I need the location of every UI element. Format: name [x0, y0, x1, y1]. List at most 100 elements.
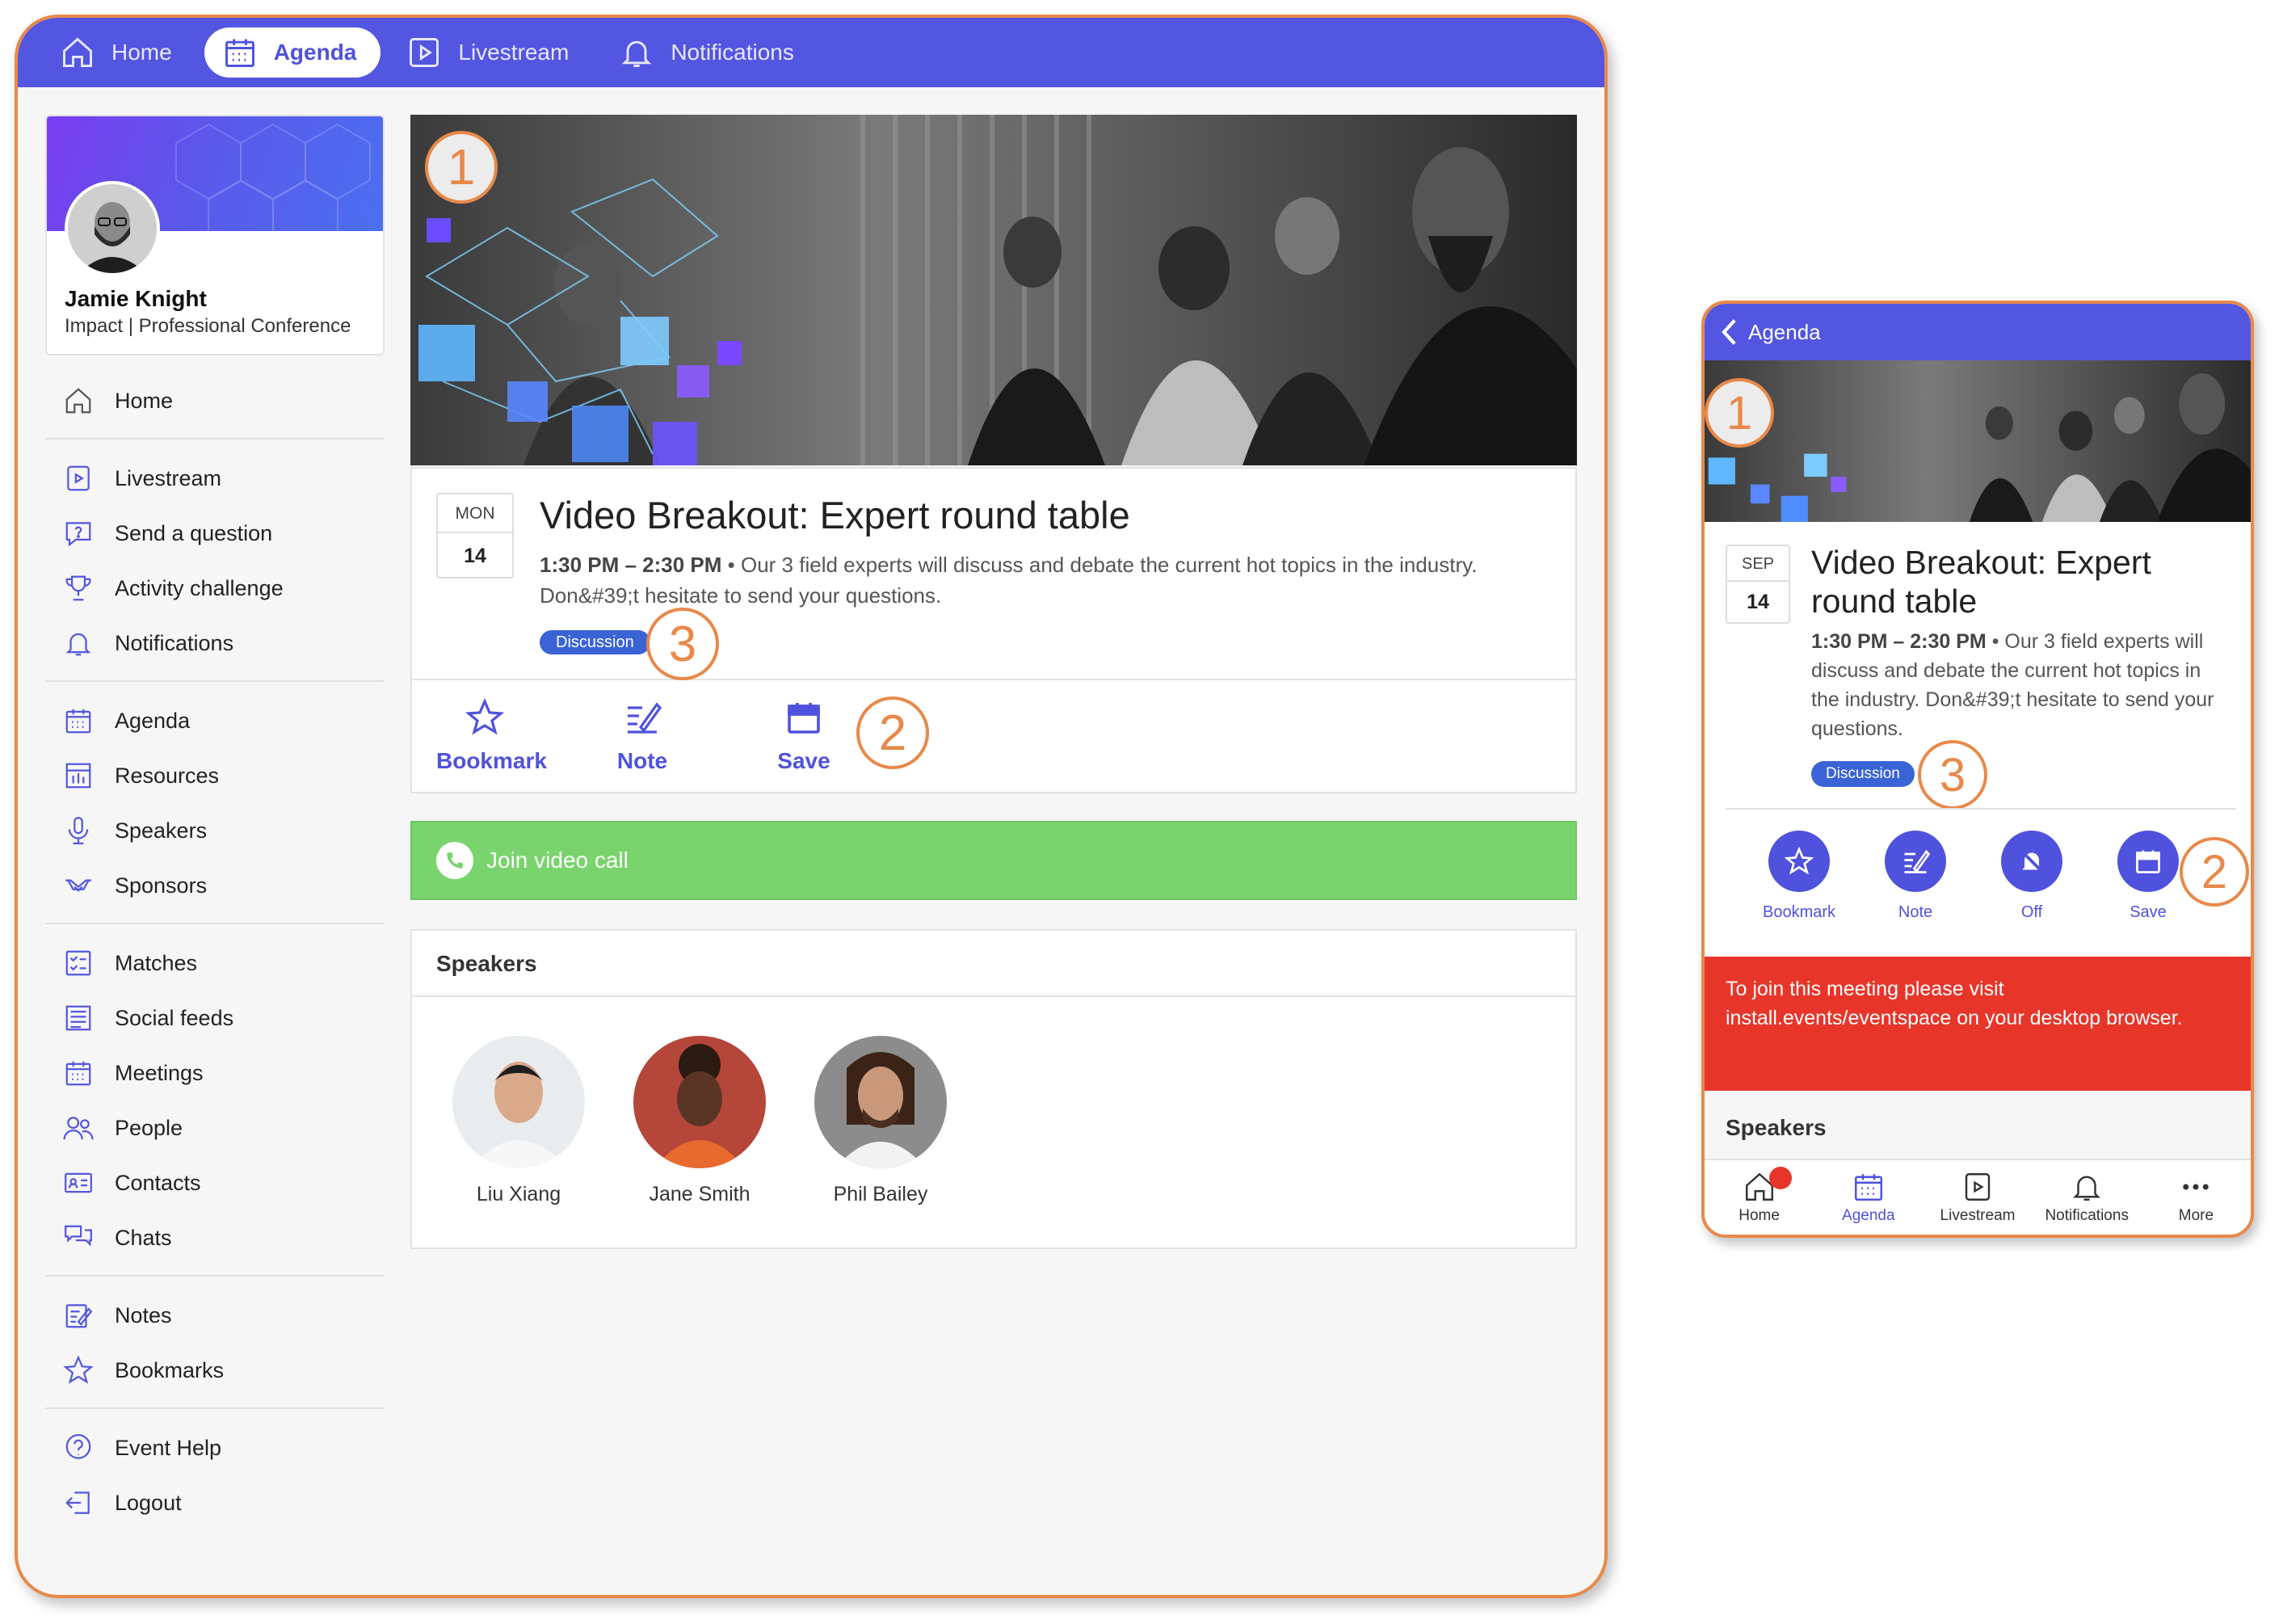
session-tag[interactable]: Discussion [1811, 761, 1915, 787]
sidebar-item-activity-challenge[interactable]: Activity challenge [45, 561, 385, 616]
callout-3: 3 [1918, 740, 1987, 810]
session-title: Video Breakout: Expert round table [540, 494, 1130, 536]
sidebar-item-label: Sponsors [115, 873, 208, 898]
calendar-icon [2136, 850, 2160, 873]
speaker-item[interactable]: Liu Xiang [430, 1036, 608, 1206]
sidebar-item-bookmarks[interactable]: Bookmarks [45, 1343, 385, 1398]
home-icon [63, 37, 92, 67]
home-icon [65, 388, 91, 414]
tab-label: Livestream [1940, 1207, 2016, 1224]
sidebar-divider [45, 438, 385, 440]
question-icon [65, 522, 91, 547]
profile-subtitle: Impact | Professional Conference [65, 315, 351, 337]
chevron-left-icon[interactable] [1718, 318, 1740, 347]
tab-more[interactable]: More [2142, 1160, 2251, 1235]
sidebar-item-label: Logout [115, 1490, 182, 1515]
top-nav-label: Notifications [671, 40, 794, 65]
tab-notifications[interactable]: Notifications [2033, 1160, 2142, 1235]
speaker-item[interactable]: Phil Bailey [792, 1036, 969, 1206]
session-description: 1:30 PM – 2:30 PM • Our 3 field experts … [540, 549, 1509, 611]
tab-livestream[interactable]: Livestream [1923, 1160, 2032, 1235]
back-label[interactable]: Agenda [1748, 320, 1821, 345]
sidebar-divider [45, 1275, 385, 1277]
sidebar-item-label: Agenda [115, 708, 191, 733]
date-day: 14 [1747, 591, 1769, 613]
note-button[interactable]: Note [1863, 831, 1968, 922]
note-button[interactable]: Note [606, 698, 679, 774]
sidebar-item-label: Resources [115, 763, 220, 788]
help-icon [65, 1434, 91, 1459]
session-time: 1:30 PM – 2:30 PM [540, 553, 722, 577]
join-video-call-button[interactable]: Join video call [410, 821, 1577, 900]
save-label: Save [777, 748, 830, 773]
session-hero-image [410, 115, 1577, 465]
save-bubble [2117, 831, 2179, 892]
sidebar-item-matches[interactable]: Matches [45, 936, 385, 991]
note-bubble [1885, 831, 1946, 892]
bell-icon [622, 40, 652, 67]
play-icon [67, 465, 90, 491]
checklist-icon [65, 950, 91, 976]
speaker-item[interactable]: Jane Smith [611, 1036, 788, 1206]
note-icon [1904, 849, 1930, 873]
sidebar-divider [45, 1407, 385, 1409]
sidebar-item-home[interactable]: Home [45, 373, 385, 428]
sidebar-item-label: Event Help [115, 1435, 222, 1460]
sidebar-item-send-question[interactable]: Send a question [45, 506, 385, 561]
callout-1: 1 [425, 131, 498, 204]
phone-icon [436, 842, 473, 879]
sidebar-item-label: Send a question [115, 520, 273, 545]
top-nav-livestream[interactable]: Livestream [389, 27, 593, 78]
sidebar-item-label: Home [115, 388, 174, 413]
sidebar-item-contacts[interactable]: Contacts [45, 1155, 385, 1210]
sidebar-item-label: Activity challenge [115, 575, 284, 600]
profile-card[interactable]: Jamie Knight Impact | Professional Confe… [45, 115, 385, 356]
play-icon [410, 38, 439, 67]
trophy-icon [65, 575, 91, 601]
sidebar-navigation: Home Livestream Send a question Activity… [45, 373, 385, 1530]
sidebar-item-livestream[interactable]: Livestream [45, 451, 385, 506]
sidebar-item-speakers[interactable]: Speakers [45, 803, 385, 858]
mobile-app-window: Agenda 1 SEP 14 Video Breakout: Expert r [1701, 301, 2254, 1238]
sidebar-item-sponsors[interactable]: Sponsors [45, 858, 385, 913]
speakers-heading: Speakers [1705, 1091, 2251, 1163]
speaker-avatar [452, 1036, 585, 1168]
bookmark-label: Bookmark [1762, 903, 1836, 921]
sidebar-item-label: Contacts [115, 1170, 201, 1195]
bookmark-button[interactable]: Bookmark [1747, 831, 1852, 922]
card-divider [1726, 808, 2236, 810]
date-day: 14 [464, 545, 486, 567]
notifications-off-button[interactable]: Off [1979, 831, 2084, 922]
speaker-avatar [814, 1036, 947, 1168]
more-icon [2183, 1184, 2209, 1190]
sidebar-item-notes[interactable]: Notes [45, 1288, 385, 1343]
sidebar-item-people[interactable]: People [45, 1100, 385, 1155]
hero-photo-illustration [410, 115, 1577, 465]
bookmark-button[interactable]: Bookmark [436, 698, 547, 774]
sidebar-item-logout[interactable]: Logout [45, 1475, 385, 1530]
sidebar-item-meetings[interactable]: Meetings [45, 1046, 385, 1100]
top-nav-notifications[interactable]: Notifications [601, 27, 818, 78]
bookmark-bubble [1768, 831, 1830, 892]
sidebar-item-event-help[interactable]: Event Help [45, 1420, 385, 1475]
desktop-app-window: Home Agenda Livestream Notifications Jam… [15, 15, 1608, 1598]
top-nav-home[interactable]: Home [42, 27, 196, 78]
resources-icon [65, 763, 91, 789]
sidebar-item-agenda[interactable]: Agenda [45, 693, 385, 748]
tab-home[interactable]: Home [1705, 1160, 1814, 1235]
sidebar-item-notifications[interactable]: Notifications [45, 616, 385, 671]
session-tag[interactable]: Discussion [540, 630, 650, 654]
top-nav-label: Agenda [273, 40, 357, 65]
speaker-name: Jane Smith [649, 1183, 750, 1205]
avatar [65, 181, 160, 276]
sidebar-item-resources[interactable]: Resources [45, 748, 385, 803]
save-button[interactable]: Save [767, 698, 840, 774]
sidebar-item-chats[interactable]: Chats [45, 1210, 385, 1265]
top-nav-agenda[interactable]: Agenda [204, 27, 381, 78]
session-title: Video Breakout: Expert round table [1811, 544, 2151, 620]
tab-agenda[interactable]: Agenda [1814, 1160, 1923, 1235]
handshake-icon [65, 879, 91, 892]
sidebar-item-social-feeds[interactable]: Social feeds [45, 991, 385, 1046]
speaker-avatar [633, 1036, 766, 1168]
save-label: Save [2130, 903, 2167, 921]
